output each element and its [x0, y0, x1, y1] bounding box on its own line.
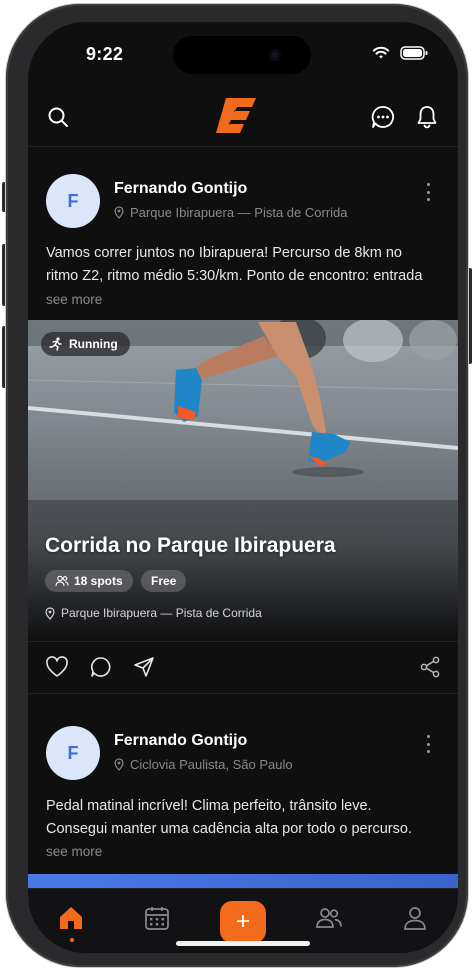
- avatar[interactable]: F: [46, 174, 100, 228]
- status-bar: 9:22: [28, 22, 458, 82]
- battery-icon: [400, 46, 428, 60]
- create-post-button[interactable]: +: [220, 901, 266, 943]
- post-location: Ciclovia Paulista, São Paulo: [114, 757, 293, 772]
- wifi-icon: [372, 46, 390, 59]
- location-label: Parque Ibirapuera — Pista de Corrida: [130, 205, 348, 220]
- more-options-icon[interactable]: [420, 180, 436, 204]
- phone-frame: 9:22 F Fernando Gontijo Parque Ibirapuer…: [6, 4, 468, 967]
- price-label: Free: [151, 574, 177, 588]
- home-tab-icon[interactable]: [56, 903, 86, 933]
- map-pin-icon: [114, 206, 124, 219]
- post-text: Vamos correr juntos no Ibirapuera! Percu…: [46, 242, 446, 288]
- post-location: Parque Ibirapuera — Pista de Corrida: [114, 205, 348, 220]
- groups-tab-icon[interactable]: [314, 903, 344, 933]
- event-location-label: Parque Ibirapuera — Pista de Corrida: [61, 606, 262, 620]
- home-indicator[interactable]: [176, 941, 310, 946]
- profile-tab-icon[interactable]: [400, 903, 430, 933]
- event-location: Parque Ibirapuera — Pista de Corrida: [45, 606, 262, 620]
- feed-divider: [28, 693, 458, 694]
- post-header: F Fernando Gontijo Parque Ibirapuera — P…: [28, 174, 458, 244]
- share-icon[interactable]: [417, 654, 443, 680]
- post-text-line: Consegui manter uma cadência alta por to…: [46, 821, 412, 837]
- feed-divider: [28, 146, 458, 147]
- map-pin-icon: [45, 606, 55, 620]
- search-icon[interactable]: [43, 102, 73, 132]
- running-icon: [49, 337, 62, 351]
- app-screen: 9:22 F Fernando Gontijo Parque Ibirapuer…: [28, 22, 458, 953]
- comment-icon[interactable]: [88, 654, 114, 680]
- active-tab-indicator: [70, 938, 74, 942]
- front-camera: [269, 49, 281, 61]
- price-badge: Free: [141, 570, 187, 592]
- runner-photo: [28, 320, 458, 640]
- power-button[interactable]: [468, 268, 472, 364]
- spots-badge: 18 spots: [45, 570, 133, 592]
- spots-label: 18 spots: [74, 574, 123, 588]
- post-header: F Fernando Gontijo Ciclovia Paulista, Sã…: [28, 726, 458, 796]
- dynamic-island: [173, 36, 311, 74]
- more-options-icon[interactable]: [420, 732, 436, 756]
- activity-tag: Running: [41, 332, 130, 356]
- post-text-line: Pedal matinal incrível! Clima perfeito, …: [46, 798, 372, 814]
- send-icon[interactable]: [131, 654, 157, 680]
- see-more-link[interactable]: see more: [46, 292, 102, 307]
- post-text-line: Vamos correr juntos no Ibirapuera! Percu…: [46, 245, 402, 261]
- author-name[interactable]: Fernando Gontijo: [114, 732, 247, 750]
- post-text: Pedal matinal incrível! Clima perfeito, …: [46, 795, 446, 841]
- see-more-link[interactable]: see more: [46, 844, 102, 859]
- post-actions: [28, 642, 458, 692]
- avatar[interactable]: F: [46, 726, 100, 780]
- like-icon[interactable]: [44, 654, 70, 680]
- chat-icon[interactable]: [368, 102, 398, 132]
- post-text-line: ritmo Z2, ritmo médio 5:30/km. Ponto de …: [46, 268, 423, 284]
- status-time: 9:22: [86, 44, 124, 64]
- users-icon: [55, 575, 69, 587]
- event-image[interactable]: Running Corrida no Parque Ibirapuera 18 …: [28, 320, 458, 640]
- brand-logo[interactable]: [214, 96, 260, 136]
- bell-icon[interactable]: [412, 102, 442, 132]
- top-app-bar: [28, 92, 458, 144]
- activity-tag-label: Running: [69, 337, 118, 351]
- calendar-tab-icon[interactable]: [142, 903, 172, 933]
- map-pin-icon: [114, 758, 124, 771]
- event-title[interactable]: Corrida no Parque Ibirapuera: [45, 534, 336, 558]
- author-name[interactable]: Fernando Gontijo: [114, 180, 247, 198]
- status-icons: [362, 46, 428, 60]
- location-label: Ciclovia Paulista, São Paulo: [130, 757, 293, 772]
